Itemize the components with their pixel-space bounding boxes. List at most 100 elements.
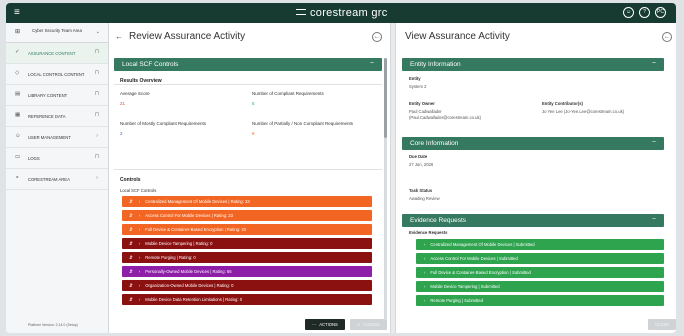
control-row[interactable]: ⇵ › Mobile Device Data Retention Limitatio… (122, 294, 372, 305)
entity-contributor-label: Entity Contributor(s) (542, 101, 583, 106)
section-title: Local SCF Controls (122, 61, 179, 68)
toggle-icon[interactable]: ⇵ (129, 283, 133, 289)
shield-icon: ◇ (15, 70, 20, 76)
collapse-icon[interactable]: − (370, 60, 374, 67)
evidence-row[interactable]: › Access Control For Mobile Devices | Sub… (416, 253, 664, 264)
control-row[interactable]: ⇵ › Centralized Management Of Mobile Devic… (122, 196, 372, 207)
entity-field: Entity System 2 (409, 76, 426, 90)
actions-button[interactable]: ⋯ ACTIONS (305, 319, 345, 330)
evidence-row[interactable]: › Mobile Device Tampering | Submitted (416, 281, 664, 292)
metric-partially-non-compliant: Number of Partially / Non Compliant Requ… (252, 121, 353, 136)
toggle-icon[interactable]: ⇵ (129, 297, 133, 303)
brand-logo[interactable]: corestream grc (296, 7, 388, 19)
menu-icon[interactable]: ≡ (14, 8, 20, 18)
section-header-evidence-requests[interactable]: Evidence Requests − (402, 214, 664, 227)
control-label: Access Control For Mobile Devices | Rati… (145, 213, 233, 218)
toggle-icon[interactable]: ⇵ (129, 199, 133, 205)
toggle-icon[interactable]: ⇵ (129, 227, 133, 233)
control-row[interactable]: ⇵ › Full Device & Container-Based Encrypti… (122, 224, 372, 235)
collapse-right-icon[interactable]: ← (662, 32, 672, 42)
control-label: Full Device & Container-Based Encryption… (145, 227, 246, 232)
bookmark-icon[interactable]: ⊓ (95, 49, 99, 55)
evidence-row[interactable]: › Remote Purging | Submitted (416, 295, 664, 306)
entity-contributor-field: Entity Contributor(s) Jo Yee Lee (Jo-Yee… (542, 101, 624, 115)
control-label: Centralized Management Of Mobile Devices… (145, 199, 250, 204)
smiley-icon[interactable]: ☺ (623, 7, 634, 18)
view-content: Entity Information − Entity System 2 Ent… (402, 58, 664, 320)
toggle-icon[interactable]: ⇵ (129, 269, 133, 275)
evidence-list: › Centralized Management Of Mobile Device… (402, 239, 664, 306)
scrollbar-thumb[interactable] (384, 58, 387, 138)
chevron-right-icon: › (138, 255, 141, 260)
back-arrow-icon[interactable]: ← (115, 32, 123, 41)
sidebar-item-assurance-content[interactable]: ✓ ASSURANCE CONTENT ⊓ (6, 43, 108, 64)
control-row[interactable]: ⇵ › Access Control For Mobile Devices | Ra… (122, 210, 372, 221)
task-status-label: Task Status (409, 188, 433, 193)
collapse-left-icon[interactable]: ← (372, 32, 382, 42)
toggle-icon[interactable]: ⇵ (129, 255, 133, 261)
task-status-field: Task Status Awaiting Review (409, 188, 440, 202)
brand-name: corestream grc (310, 7, 388, 19)
platform-version: Platform Version: 2.14.0 (Setup) (28, 323, 78, 327)
evidence-requests-label: Evidence Requests (409, 230, 448, 235)
toggle-icon[interactable]: ⇵ (129, 241, 133, 247)
bookmark-icon[interactable]: ⊓ (95, 70, 99, 76)
sidebar-item-reference-data[interactable]: ▦ REFERENCE DATA ⊓ (6, 106, 108, 127)
control-label: Mobile Device Data Retention Limitations… (145, 297, 243, 302)
collapse-icon[interactable]: − (652, 139, 656, 146)
cancel-button[interactable]: ✕ CANCEL (349, 319, 388, 330)
collapse-icon[interactable]: − (652, 216, 656, 223)
controls-title: Controls (120, 177, 141, 183)
toggle-icon[interactable]: ⇵ (129, 213, 133, 219)
section-header-core-information[interactable]: Core Information − (402, 137, 664, 150)
evidence-row[interactable]: › Centralized Management Of Mobile Device… (416, 239, 664, 250)
results-overview-title: Results Overview (114, 71, 382, 85)
bookmark-icon[interactable]: ⊓ (95, 91, 99, 97)
control-row[interactable]: ⇵ › Organization-Owned Mobile Devices | Ra… (122, 280, 372, 291)
results-overview: Average Score 21 Number of Compliant Req… (114, 85, 382, 163)
control-row[interactable]: ⇵ › Remote Purging | Rating: 0 (122, 252, 372, 263)
sidebar-item-library-content[interactable]: ▤ LIBRARY CONTENT ⊓ (6, 85, 108, 106)
review-content: Local SCF Controls − Results Overview Av… (114, 58, 382, 320)
chevron-right-icon: › (96, 175, 98, 181)
control-row[interactable]: ⇵ › Personally-Owned Mobile Devices | Rati… (122, 266, 372, 277)
chevron-right-icon: › (138, 297, 141, 302)
review-scrollbar[interactable] (384, 58, 387, 320)
core-information: Due Date 27 Jun, 2026 Task Status Awaiti… (402, 150, 664, 214)
due-date-field: Due Date 27 Jun, 2026 (409, 154, 433, 168)
view-panel-title: View Assurance Activity (405, 31, 510, 42)
sidebar-item-corestream-area[interactable]: ⚬ CORESTREAM AREA › (6, 169, 108, 190)
sidebar-item-user-management[interactable]: ☺ USER MANAGEMENT › (6, 127, 108, 148)
help-icon[interactable]: ? (639, 7, 650, 18)
database-icon: ▦ (15, 112, 21, 118)
team-area-selector[interactable]: ⊞ Cyber Security Team Area ⌄ (6, 23, 108, 43)
due-date-value: 27 Jun, 2026 (409, 162, 434, 167)
collapse-icon[interactable]: − (652, 60, 656, 67)
entity-owner-email: (Paul.Cadwallader@corestream.co.uk) (409, 115, 481, 120)
section-header-local-scf-controls[interactable]: Local SCF Controls − (114, 58, 382, 71)
sidebar-item-label: LOCAL CONTROL CONTENT (28, 71, 85, 77)
chevron-right-icon: › (138, 227, 141, 232)
sidebar-item-logs[interactable]: ▭ LOGS ⊓ (6, 148, 108, 169)
sidebar-item-local-control-content[interactable]: ◇ LOCAL CONTROL CONTENT ⊓ (6, 64, 108, 85)
evidence-label: Centralized Management Of Mobile Devices… (430, 242, 535, 247)
chevron-down-icon: ⌄ (95, 29, 100, 35)
evidence-row[interactable]: › Full Device & Container-Based Encryptio… (416, 267, 664, 278)
close-icon: ✕ (356, 322, 361, 327)
review-panel: ← Review Assurance Activity ← Local SCF … (109, 23, 390, 333)
bookmark-icon[interactable]: ⊓ (95, 112, 99, 118)
chevron-right-icon: › (424, 242, 426, 247)
control-row[interactable]: ⇵ › Mobile Device Tampering | Rating: 0 (122, 238, 372, 249)
evidence-label: Access Control For Mobile Devices | Subm… (430, 256, 518, 261)
control-label: Mobile Device Tampering | Rating: 0 (145, 241, 213, 246)
entity-information: Entity System 2 Entity Owner Paul Cadwal… (402, 71, 664, 137)
bookmark-icon[interactable]: ⊓ (95, 154, 99, 160)
entity-owner-field: Entity Owner Paul Cadwallader (Paul.Cadw… (409, 101, 481, 121)
sidebar-item-label: LOGS (28, 155, 40, 161)
section-title: Entity Information (410, 61, 461, 68)
section-header-entity-information[interactable]: Entity Information − (402, 58, 664, 71)
app-window: ≡ corestream grc ☺ ? PC ⊞ Cyber Security… (6, 3, 676, 333)
sidebar-item-label: REFERENCE DATA (28, 113, 66, 119)
user-avatar[interactable]: PC (655, 7, 666, 18)
close-button[interactable]: CLOSE (648, 319, 676, 330)
